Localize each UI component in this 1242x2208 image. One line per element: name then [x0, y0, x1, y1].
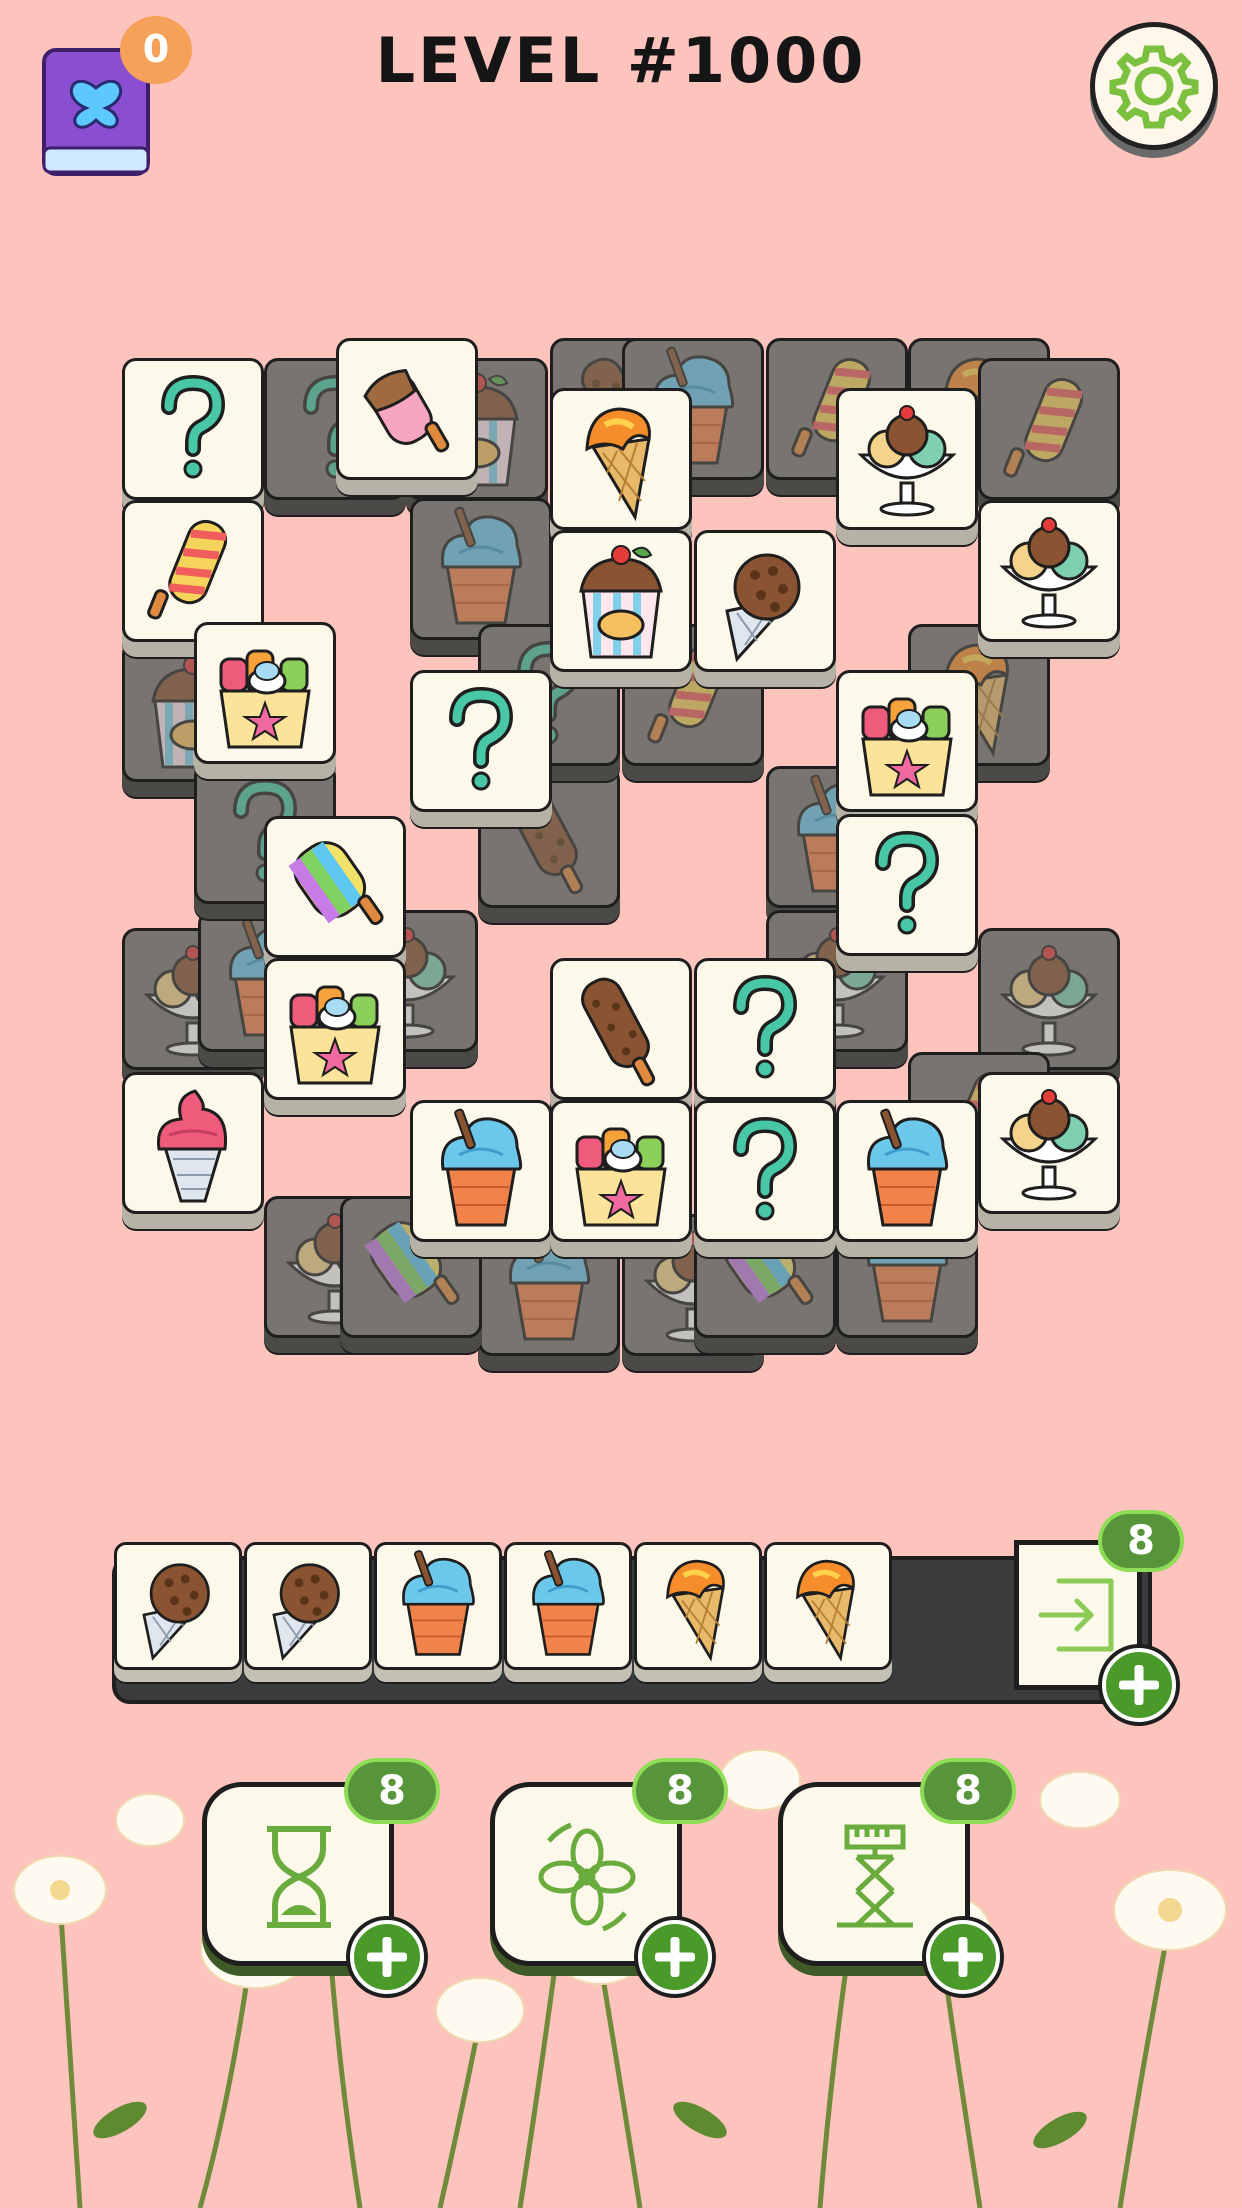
- magnet-count-badge: 8: [920, 1758, 1016, 1824]
- popsicle-icon: [363, 368, 450, 453]
- tile-rainbow-pop[interactable]: [264, 816, 406, 958]
- tile-question[interactable]: [694, 1100, 836, 1242]
- tile-roll-cup[interactable]: [194, 622, 336, 764]
- sundae-bowl-icon: [999, 517, 1099, 629]
- tile-popsicle[interactable]: [336, 338, 478, 480]
- soft-serve-cone-icon: [156, 1089, 228, 1203]
- move-out-count-badge: 8: [1098, 1510, 1184, 1572]
- shuffle-icon: [538, 1822, 636, 1932]
- shuffle-add-button[interactable]: [638, 1920, 712, 1994]
- tile-roll-cup[interactable]: [550, 1100, 692, 1242]
- waffle-cone-icon: [666, 1559, 725, 1662]
- swirl-cup-icon: [440, 1108, 523, 1227]
- tile-soft-serve-cone[interactable]: [122, 1072, 264, 1214]
- waffle-cone-icon: [796, 1559, 855, 1662]
- hourglass-icon: [267, 1826, 331, 1928]
- tile-chocolate-bar[interactable]: [550, 958, 692, 1100]
- tray-slot-waffle-cone: [764, 1542, 892, 1670]
- tile-swirl-cup[interactable]: [836, 1100, 978, 1242]
- swirl-cup-icon: [532, 1550, 605, 1656]
- shuffle-count-badge: 8: [632, 1758, 728, 1824]
- sundae-bowl-icon: [999, 945, 1099, 1057]
- choco-cone-icon: [725, 553, 801, 663]
- hourglass-count-badge: 8: [344, 1758, 440, 1824]
- tile-question[interactable]: [694, 958, 836, 1100]
- magnet-add-button[interactable]: [926, 1920, 1000, 1994]
- waffle-cone-icon: [585, 407, 651, 522]
- tray-slot-swirl-cup: [374, 1542, 502, 1670]
- choco-cone-icon: [272, 1563, 340, 1661]
- sundae-bowl-icon: [999, 1089, 1099, 1201]
- question-icon: [161, 374, 226, 479]
- tile-question[interactable]: [410, 670, 552, 812]
- roll-cup-icon: [289, 985, 381, 1085]
- collection-count-badge: 0: [120, 16, 192, 84]
- tile-question[interactable]: [122, 358, 264, 500]
- chocolate-bar-icon: [581, 977, 656, 1087]
- question-icon: [449, 686, 514, 791]
- choco-cone-icon: [142, 1563, 210, 1661]
- question-icon: [875, 830, 940, 935]
- tile-sundae-bowl[interactable]: [836, 388, 978, 530]
- roll-cup-icon: [219, 649, 311, 749]
- sundae-bowl-icon: [857, 405, 957, 517]
- roll-cup-icon: [575, 1127, 667, 1227]
- tile-sundae-bowl[interactable]: [978, 500, 1120, 642]
- magnet-icon: [837, 1824, 913, 1928]
- twist-pop-icon: [1003, 377, 1084, 478]
- tile-question[interactable]: [836, 814, 978, 956]
- tile-roll-cup[interactable]: [836, 670, 978, 812]
- tile-sundae-bowl[interactable]: [978, 1072, 1120, 1214]
- tile-ice-cream-tub[interactable]: [550, 530, 692, 672]
- tile-twist-pop[interactable]: [122, 500, 264, 642]
- swirl-cup-icon: [402, 1550, 475, 1656]
- roll-cup-icon: [861, 697, 953, 797]
- twist-pop-icon: [147, 519, 228, 620]
- swirl-cup-icon: [866, 1108, 949, 1227]
- tray-slot-waffle-cone: [634, 1542, 762, 1670]
- question-icon: [733, 1116, 798, 1221]
- tray-slot-choco-cone: [114, 1542, 242, 1670]
- settings-button[interactable]: [1090, 22, 1218, 150]
- gear-icon: [1109, 45, 1199, 129]
- tile-choco-cone[interactable]: [694, 530, 836, 672]
- tray-slot-swirl-cup: [504, 1542, 632, 1670]
- ice-cream-tub-icon: [579, 545, 663, 659]
- tile-swirl-cup[interactable]: [410, 1100, 552, 1242]
- tile-waffle-cone[interactable]: [550, 388, 692, 530]
- hourglass-add-button[interactable]: [350, 1920, 424, 1994]
- rainbow-pop-icon: [288, 841, 384, 926]
- tile-swirl-cup: [410, 498, 552, 640]
- question-icon: [733, 974, 798, 1079]
- tile-sundae-bowl: [978, 928, 1120, 1070]
- tray-slot-choco-cone: [244, 1542, 372, 1670]
- tile-twist-pop: [978, 358, 1120, 500]
- tile-roll-cup[interactable]: [264, 958, 406, 1100]
- swirl-cup-icon: [440, 506, 523, 625]
- move-out-add-button[interactable]: [1102, 1648, 1176, 1722]
